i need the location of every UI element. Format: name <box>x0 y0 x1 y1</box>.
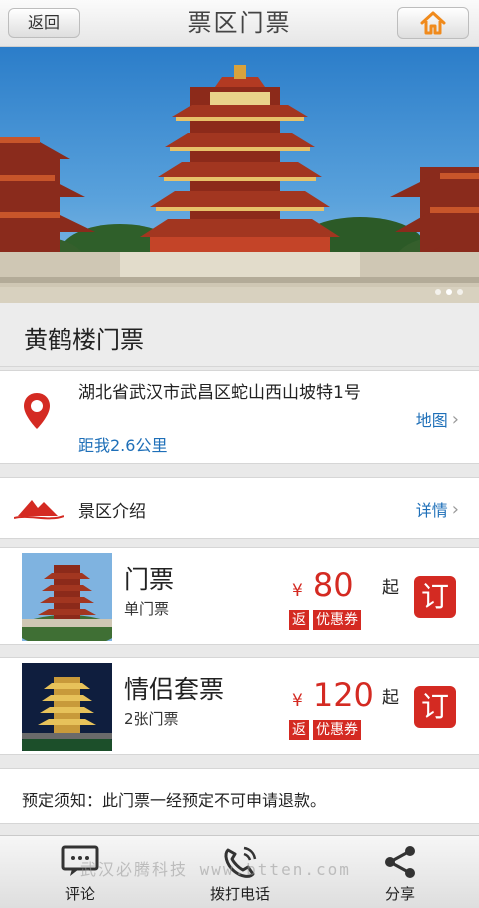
chevron-right-icon: › <box>451 498 459 520</box>
ticket-item[interactable]: 门票 单门票 ¥ 80 起 返 优惠券 订 <box>0 547 479 645</box>
share-icon <box>385 846 415 878</box>
distance-text: 距我2.6公里 <box>78 436 168 455</box>
rebate-badge: 返 <box>289 720 309 740</box>
attraction-title-row: 黄鹤楼门票 <box>0 303 479 367</box>
price-value: 80 <box>312 566 354 604</box>
ticket-price: ¥ 80 <box>292 566 354 604</box>
currency-symbol: ¥ <box>292 691 303 711</box>
scenic-intro-label: 景区介绍 <box>78 502 146 522</box>
share-button[interactable]: 分享 <box>360 836 440 908</box>
header-bar: 返回 票区门票 <box>0 0 479 47</box>
ticket-badges: 返 优惠券 <box>289 720 361 740</box>
ticket-subtitle: 单门票 <box>124 600 170 618</box>
booking-notice: 预定须知：此门票一经预定不可申请退款。 <box>0 768 479 824</box>
ticket-thumbnail <box>22 663 112 751</box>
chevron-right-icon: › <box>451 408 459 430</box>
share-label: 分享 <box>384 885 415 903</box>
watermark: 武汉必腾科技 www.btten.com <box>80 860 351 879</box>
currency-symbol: ¥ <box>292 581 303 601</box>
comment-label: 评论 <box>64 885 95 903</box>
carousel-dot-active[interactable] <box>446 289 452 295</box>
ticket-price: ¥ 120 <box>292 676 374 714</box>
ticket-name: 情侣套票 <box>124 675 225 704</box>
coupon-badge: 优惠券 <box>313 610 361 630</box>
scenic-intro-card[interactable]: 景区介绍 详情 › <box>0 477 479 539</box>
carousel-indicator[interactable] <box>435 289 463 295</box>
location-pin-icon <box>24 393 50 429</box>
home-button[interactable] <box>397 7 469 39</box>
ticket-thumbnail <box>22 553 112 641</box>
carousel-dot[interactable] <box>457 289 463 295</box>
booking-notice-text: 预定须知：此门票一经预定不可申请退款。 <box>22 791 327 810</box>
ticket-name: 门票 <box>124 565 175 594</box>
banner-image <box>0 65 479 303</box>
rebate-badge: 返 <box>289 610 309 630</box>
detail-link[interactable]: 详情 › <box>416 497 459 521</box>
home-icon <box>420 11 446 35</box>
order-button[interactable]: 订 <box>414 576 456 618</box>
ticket-subtitle: 2张门票 <box>124 710 179 728</box>
ticket-badges: 返 优惠券 <box>289 610 361 630</box>
map-link-label: 地图 <box>415 411 448 430</box>
call-label: 拨打电话 <box>209 885 270 903</box>
attraction-title: 黄鹤楼门票 <box>24 326 144 354</box>
map-link[interactable]: 地图 › <box>416 407 459 431</box>
address-card[interactable]: 湖北省武汉市武昌区蛇山西山坡特1号 距我2.6公里 地图 › <box>0 370 479 464</box>
detail-link-label: 详情 <box>415 501 448 520</box>
banner-carousel[interactable] <box>0 47 479 303</box>
carousel-dot[interactable] <box>435 289 441 295</box>
price-suffix: 起 <box>382 688 399 708</box>
address-text: 湖北省武汉市武昌区蛇山西山坡特1号 <box>78 383 361 403</box>
order-button[interactable]: 订 <box>414 686 456 728</box>
mountain-icon <box>14 500 64 520</box>
ticket-item[interactable]: 情侣套票 2张门票 ¥ 120 起 返 优惠券 订 <box>0 657 479 755</box>
price-suffix: 起 <box>382 578 399 598</box>
price-value: 120 <box>312 676 374 714</box>
coupon-badge: 优惠券 <box>313 720 361 740</box>
